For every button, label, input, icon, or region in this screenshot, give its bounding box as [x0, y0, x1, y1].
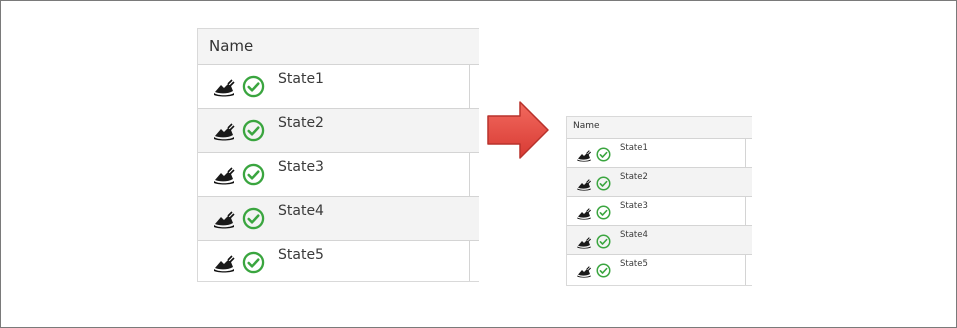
plug-connector-icon: [577, 237, 592, 249]
check-circle-icon: [242, 119, 265, 142]
row-label: State2: [620, 172, 648, 182]
table-row[interactable]: State2: [198, 109, 479, 153]
plug-connector-icon: [214, 255, 235, 273]
table-row[interactable]: State5: [198, 241, 479, 284]
column-header-label: Name: [209, 37, 254, 55]
table-row[interactable]: State1: [567, 139, 752, 168]
check-circle-icon: [242, 75, 265, 98]
table-row[interactable]: State1: [198, 65, 479, 109]
table-row[interactable]: State4: [567, 226, 752, 255]
plug-connector-icon: [214, 167, 235, 185]
plug-connector-icon: [214, 123, 235, 141]
plug-connector-icon: [214, 79, 235, 97]
row-label: State1: [620, 143, 648, 153]
row-label: State1: [278, 71, 324, 87]
check-circle-icon: [596, 147, 611, 162]
check-circle-icon: [242, 207, 265, 230]
column-header-name[interactable]: Name: [198, 29, 479, 65]
row-label: State4: [278, 203, 324, 219]
plug-connector-icon: [577, 179, 592, 191]
arrow-right-icon: [487, 101, 549, 159]
plug-connector-icon: [577, 266, 592, 278]
check-circle-icon: [596, 234, 611, 249]
column-header-label: Name: [573, 121, 600, 131]
plug-connector-icon: [577, 150, 592, 162]
check-circle-icon: [596, 176, 611, 191]
table-row[interactable]: State4: [198, 197, 479, 241]
check-circle-icon: [242, 251, 265, 274]
plug-connector-icon: [577, 208, 592, 220]
row-label: State3: [620, 201, 648, 211]
plug-connector-icon: [214, 211, 235, 229]
check-circle-icon: [242, 163, 265, 186]
table-row[interactable]: State3: [567, 197, 752, 226]
states-grid-large: Name State1 State2 State3 State4 State5: [197, 28, 479, 282]
table-row[interactable]: State3: [198, 153, 479, 197]
states-grid-small: Name State1 State2 State3 State4 State5: [566, 116, 752, 286]
row-label: State5: [620, 259, 648, 269]
row-label: State4: [620, 230, 648, 240]
check-circle-icon: [596, 263, 611, 278]
table-row[interactable]: State2: [567, 168, 752, 197]
row-label: State2: [278, 115, 324, 131]
row-label: State5: [278, 247, 324, 263]
row-label: State3: [278, 159, 324, 175]
column-header-name[interactable]: Name: [567, 117, 752, 139]
table-row[interactable]: State5: [567, 255, 752, 283]
check-circle-icon: [596, 205, 611, 220]
